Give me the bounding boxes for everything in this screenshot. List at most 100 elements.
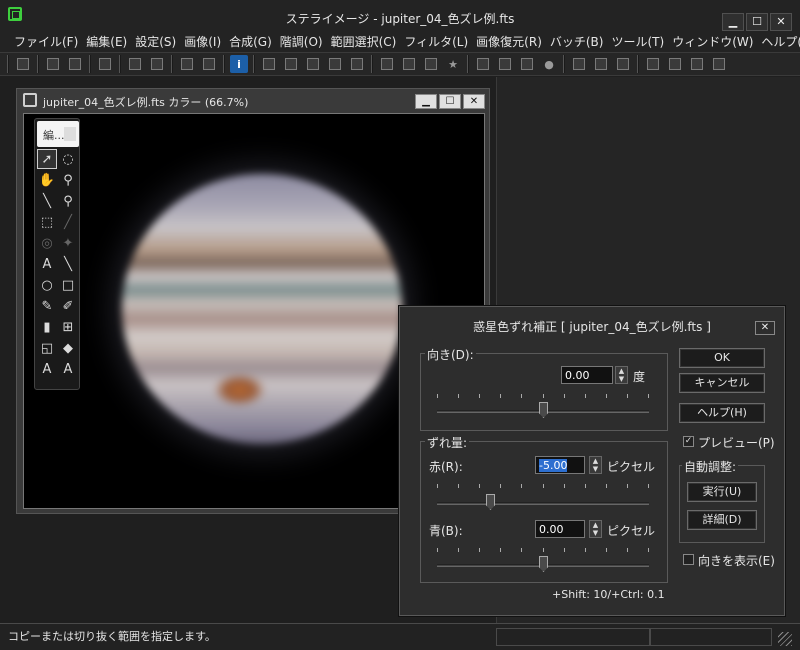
ok-button[interactable]: OK [679,348,765,368]
table-icon[interactable] [496,55,514,73]
help-button[interactable]: ヘルプ(H) [679,403,765,423]
select-arrow-icon[interactable]: ➚ [37,149,57,169]
rotate-icon[interactable] [688,55,706,73]
maximize-button[interactable]: ☐ [746,13,768,31]
direction-slider-thumb[interactable] [539,402,548,418]
grid-icon[interactable] [148,55,166,73]
transform-icon[interactable] [666,55,684,73]
star-pick-icon[interactable]: ◎ [37,233,57,253]
pen-icon[interactable]: ✎ [37,296,57,316]
menu-window[interactable]: ウィンドウ(W) [668,34,757,52]
slider-tick [648,394,649,398]
rectangle-icon[interactable]: □ [58,275,78,295]
red-slider-thumb[interactable] [486,494,495,510]
star-icon[interactable]: ★ [444,55,462,73]
ruler-icon[interactable]: ▮ [37,317,57,337]
magnifier-icon[interactable]: ⚲ [58,170,78,190]
scale-icon[interactable]: ⊞ [58,317,78,337]
minimize-button[interactable]: ▁ [722,13,744,31]
ellipse-icon[interactable]: ○ [37,275,57,295]
crop-icon[interactable] [200,55,218,73]
comet-icon[interactable]: ✦ [58,233,78,253]
surface-icon[interactable]: ◆ [58,338,78,358]
layer-icon[interactable] [126,55,144,73]
list-icon[interactable] [518,55,536,73]
menu-settings[interactable]: 設定(S) [131,34,180,52]
text-box-icon[interactable]: A [37,359,57,379]
menu-file[interactable]: ファイル(F) [10,34,82,52]
auto-adjust-label: 自動調整: [682,458,739,475]
image-window-titlebar[interactable]: jupiter_04_色ズレ例.fts カラー (66.7%) ▁ ☐ ✕ [17,89,489,111]
direction-input[interactable]: 0.00 [561,366,613,384]
matrix-icon[interactable] [400,55,418,73]
show-direction-checkbox[interactable] [683,554,694,565]
measure-tool-icon[interactable]: ╱ [58,212,78,232]
color-icon[interactable] [304,55,322,73]
blue-slider-thumb[interactable] [539,556,548,572]
direction-spinner[interactable]: ▲ ▼ [615,366,628,384]
measure-icon[interactable] [592,55,610,73]
preview-label: プレビュー(P) [698,436,775,450]
slider-tick [564,484,565,488]
menu-edit[interactable]: 編集(E) [82,34,131,52]
composite-icon[interactable] [66,55,84,73]
eyedropper-icon[interactable]: ╲ [37,191,57,211]
lasso-icon[interactable]: ◌ [58,149,78,169]
image-close-button[interactable]: ✕ [463,94,485,109]
export-star-icon[interactable] [644,55,662,73]
level-icon[interactable] [260,55,278,73]
menu-image[interactable]: 画像(I) [180,34,225,52]
preview-checkbox[interactable]: ✓ [683,436,694,447]
open-icon[interactable] [14,55,32,73]
text-style-icon[interactable]: A [58,359,78,379]
frame-icon[interactable] [178,55,196,73]
gradient-icon[interactable] [614,55,632,73]
zoom-icon[interactable] [570,55,588,73]
menu-composite[interactable]: 合成(G) [225,34,276,52]
graph-icon[interactable]: ◱ [37,338,57,358]
resize-grip-icon[interactable] [778,632,792,646]
blue-input[interactable]: 0.00 [535,520,585,538]
close-button[interactable]: ✕ [770,13,792,31]
menu-batch[interactable]: バッチ(B) [546,34,608,52]
align-icon[interactable] [44,55,62,73]
menu-selection[interactable]: 範囲選択(C) [327,34,401,52]
info-icon[interactable]: i [230,55,248,73]
menu-levels[interactable]: 階調(O) [276,34,327,52]
red-slider-track[interactable] [437,502,649,505]
text-icon[interactable]: A [37,254,57,274]
menu-filter[interactable]: フィルタ(L) [400,34,472,52]
histogram-icon[interactable] [474,55,492,73]
crop-tool-icon[interactable]: ⬚ [37,212,57,232]
window-title: ステライメージ - jupiter_04_色ズレ例.fts [285,12,515,26]
mask-icon[interactable] [348,55,366,73]
curve-icon[interactable] [282,55,300,73]
pin-icon[interactable]: ⚲ [58,191,78,211]
menu-tools[interactable]: ツール(T) [607,34,668,52]
title-bar: ステライメージ - jupiter_04_色ズレ例.fts ▁ ☐ ✕ [0,0,800,34]
circle-icon[interactable]: ● [540,55,558,73]
details-button[interactable]: 詳細(D) [687,510,757,530]
slider-tick [564,394,565,398]
execute-button[interactable]: 実行(U) [687,482,757,502]
slider-tick [437,484,438,488]
blue-spinner[interactable]: ▲ ▼ [589,520,602,538]
stack-icon[interactable] [378,55,396,73]
dialog-close-button[interactable]: ✕ [755,321,775,335]
palette-tab[interactable]: 編... [37,121,79,147]
export-icon[interactable] [96,55,114,73]
red-input[interactable]: -5.00 [535,456,585,474]
target-icon[interactable] [710,55,728,73]
menu-help[interactable]: ヘルプ(H) [757,34,800,52]
hand-icon[interactable]: ✋ [37,170,57,190]
balance-icon[interactable] [326,55,344,73]
status-message: コピーまたは切り抜く範囲を指定します。 [8,630,216,643]
cancel-button[interactable]: キャンセル [679,373,765,393]
image-minimize-button[interactable]: ▁ [415,94,437,109]
brush-icon[interactable]: ✐ [58,296,78,316]
menu-restore[interactable]: 画像復元(R) [472,34,546,52]
line-icon[interactable]: ╲ [58,254,78,274]
red-spinner[interactable]: ▲ ▼ [589,456,602,474]
dots-icon[interactable] [422,55,440,73]
image-maximize-button[interactable]: ☐ [439,94,461,109]
